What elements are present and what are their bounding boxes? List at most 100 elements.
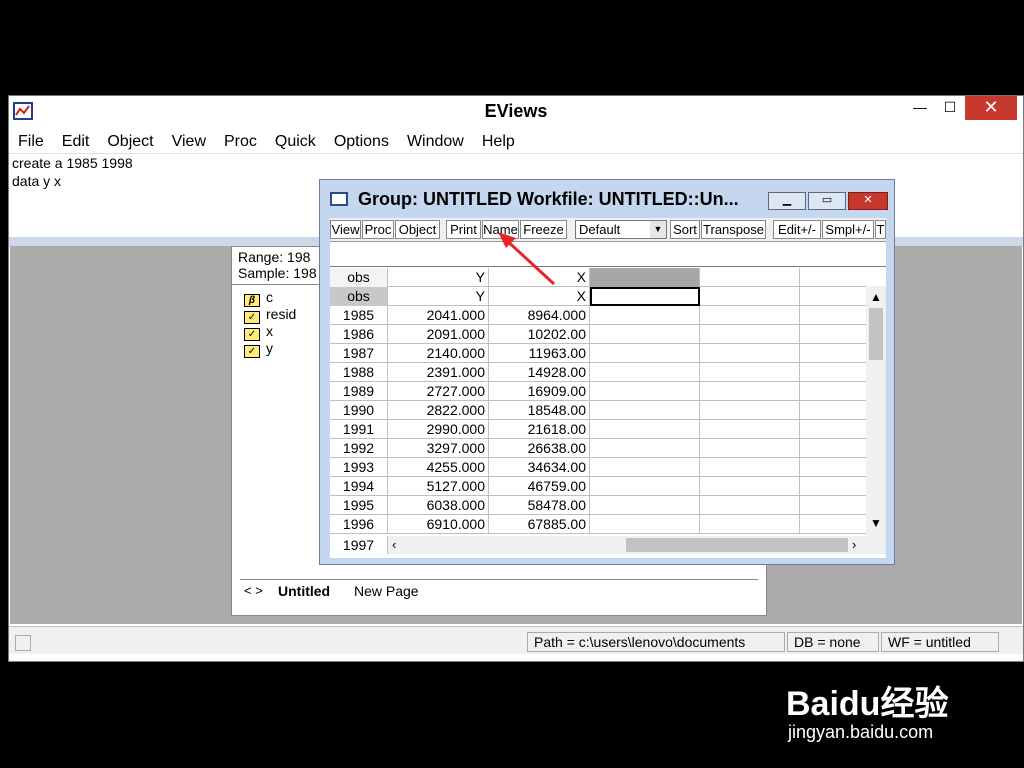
y-cell[interactable]: 3297.000 — [388, 439, 489, 458]
status-resize-box[interactable] — [15, 635, 31, 651]
title-bar[interactable]: EViews — ☐ ✕ — [9, 96, 1023, 127]
menu-proc[interactable]: Proc — [215, 129, 266, 151]
header-empty[interactable] — [700, 268, 800, 287]
grid-cell[interactable] — [590, 344, 700, 363]
object-button[interactable]: Object — [395, 220, 440, 239]
x-cell[interactable]: 14928.00 — [489, 363, 590, 382]
x-cell[interactable]: 34634.00 — [489, 458, 590, 477]
header-empty[interactable] — [800, 268, 866, 287]
edit-toggle-button[interactable]: Edit+/- — [773, 220, 821, 239]
grid-cell[interactable] — [700, 325, 800, 344]
x-cell[interactable]: 58478.00 — [489, 496, 590, 515]
menu-help[interactable]: Help — [473, 129, 524, 151]
sort-button[interactable]: Sort — [670, 220, 700, 239]
data-grid[interactable]: obs Y X obs Y X 1985 2041.000 8964.000 1986… — [330, 268, 866, 536]
obs-cell[interactable]: 1996 — [330, 515, 388, 534]
grid-cell[interactable] — [700, 515, 800, 534]
grid-cell[interactable] — [590, 382, 700, 401]
grid-cell[interactable] — [590, 363, 700, 382]
grid-cell[interactable] — [800, 439, 866, 458]
workfile-object-resid[interactable]: ✓ resid — [244, 306, 296, 324]
workfile-object-c[interactable]: βc — [244, 289, 273, 307]
menu-options[interactable]: Options — [325, 129, 398, 151]
grid-cell[interactable] — [800, 325, 866, 344]
tab-new-page[interactable]: New Page — [354, 583, 419, 599]
scroll-thumb[interactable] — [626, 538, 848, 552]
grid-cell[interactable] — [800, 458, 866, 477]
y-cell[interactable]: 5127.000 — [388, 477, 489, 496]
grid-cell[interactable] — [590, 439, 700, 458]
obs-cell[interactable]: 1992 — [330, 439, 388, 458]
y-cell[interactable]: 2822.000 — [388, 401, 489, 420]
y-cell[interactable]: 2140.000 — [388, 344, 489, 363]
y-cell[interactable]: 2391.000 — [388, 363, 489, 382]
scroll-down-icon[interactable]: ▼ — [866, 516, 886, 530]
obs-cell[interactable]: 1993 — [330, 458, 388, 477]
proc-button[interactable]: Proc — [362, 220, 394, 239]
title-button[interactable]: T — [875, 220, 886, 239]
grid-cell[interactable] — [590, 325, 700, 344]
y-cell[interactable]: 6038.000 — [388, 496, 489, 515]
name-x[interactable]: X — [489, 287, 590, 306]
grid-cell[interactable] — [700, 287, 800, 306]
grid-cell[interactable] — [590, 458, 700, 477]
obs-cell[interactable]: 1986 — [330, 325, 388, 344]
x-cell[interactable]: 18548.00 — [489, 401, 590, 420]
obs-cell[interactable]: 1985 — [330, 306, 388, 325]
grid-cell[interactable] — [590, 477, 700, 496]
grid-cell[interactable] — [590, 515, 700, 534]
x-cell[interactable]: 46759.00 — [489, 477, 590, 496]
header-obs[interactable]: obs — [330, 268, 388, 287]
transpose-button[interactable]: Transpose — [701, 220, 766, 239]
group-close-button[interactable]: ✕ — [848, 192, 888, 210]
tab-untitled[interactable]: Untitled — [278, 583, 330, 599]
grid-cell[interactable] — [700, 458, 800, 477]
grid-cell[interactable] — [800, 420, 866, 439]
grid-cell[interactable] — [700, 306, 800, 325]
menu-object[interactable]: Object — [98, 129, 162, 151]
menu-window[interactable]: Window — [398, 129, 473, 151]
x-cell[interactable]: 26638.00 — [489, 439, 590, 458]
grid-cell[interactable] — [700, 496, 800, 515]
group-minimize-button[interactable]: ▁ — [768, 192, 806, 210]
menu-file[interactable]: File — [9, 129, 53, 151]
obs-cell[interactable]: 1991 — [330, 420, 388, 439]
vertical-scrollbar[interactable]: ▲ ▼ — [866, 286, 886, 536]
y-cell[interactable]: 2091.000 — [388, 325, 489, 344]
grid-cell[interactable] — [700, 477, 800, 496]
y-cell[interactable]: 6910.000 — [388, 515, 489, 534]
scroll-up-icon[interactable]: ▲ — [866, 290, 886, 304]
maximize-button[interactable]: ☐ — [935, 96, 965, 120]
header-y[interactable]: Y — [388, 268, 489, 287]
selected-cell[interactable] — [590, 287, 700, 306]
header-empty[interactable] — [590, 268, 700, 287]
scroll-right-icon[interactable]: › — [852, 537, 856, 552]
y-cell[interactable]: 2727.000 — [388, 382, 489, 401]
menu-quick[interactable]: Quick — [266, 129, 325, 151]
workfile-object-x[interactable]: ✓ x — [244, 323, 273, 341]
grid-cell[interactable] — [800, 363, 866, 382]
obs-cell[interactable]: 1989 — [330, 382, 388, 401]
cell-edit-field[interactable] — [330, 243, 886, 267]
x-cell[interactable]: 67885.00 — [489, 515, 590, 534]
x-cell[interactable]: 8964.000 — [489, 306, 590, 325]
x-cell[interactable]: 10202.00 — [489, 325, 590, 344]
group-window-icon[interactable] — [330, 192, 348, 206]
name-y[interactable]: Y — [388, 287, 489, 306]
grid-cell[interactable] — [700, 344, 800, 363]
grid-cell[interactable] — [800, 306, 866, 325]
grid-cell[interactable] — [800, 477, 866, 496]
close-button[interactable]: ✕ — [965, 96, 1017, 120]
x-cell[interactable]: 21618.00 — [489, 420, 590, 439]
tab-nav-arrows[interactable]: < > — [244, 583, 263, 598]
chevron-down-icon[interactable]: ▼ — [650, 221, 666, 238]
grid-cell[interactable] — [800, 515, 866, 534]
view-button[interactable]: View — [330, 220, 361, 239]
last-obs-label[interactable]: 1997 — [330, 536, 388, 554]
obs-cell[interactable]: 1990 — [330, 401, 388, 420]
grid-cell[interactable] — [700, 439, 800, 458]
menu-view[interactable]: View — [163, 129, 215, 151]
name-obs[interactable]: obs — [330, 287, 388, 306]
y-cell[interactable]: 2990.000 — [388, 420, 489, 439]
grid-cell[interactable] — [590, 306, 700, 325]
